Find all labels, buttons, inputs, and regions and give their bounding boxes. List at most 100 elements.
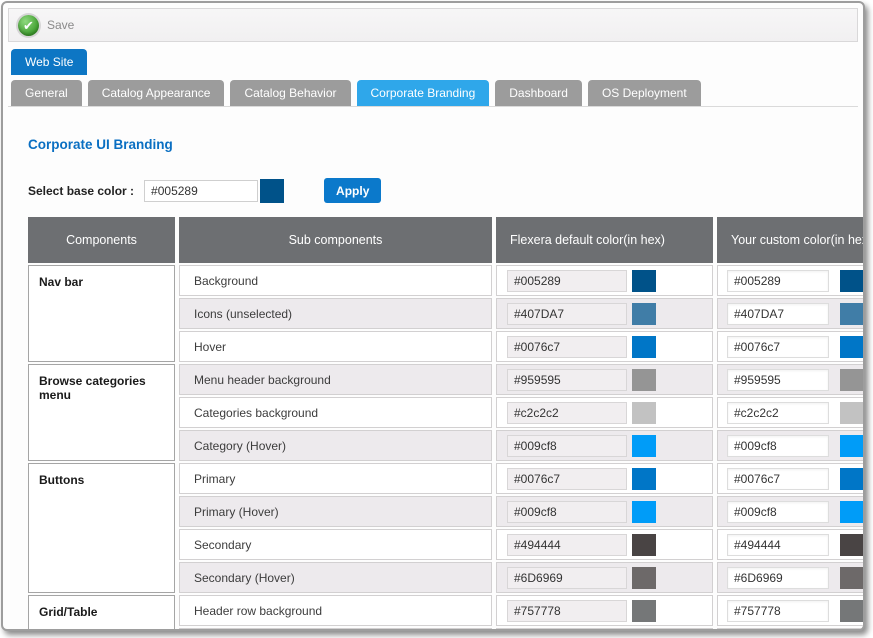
- sub-component-cell: Row (banded) background: [179, 628, 492, 631]
- tab-catalog-appearance[interactable]: Catalog Appearance: [88, 80, 225, 106]
- custom-color-cell: [717, 628, 865, 631]
- default-hex-input[interactable]: [507, 600, 627, 622]
- default-color-swatch: [632, 402, 656, 424]
- component-cell: Nav bar: [28, 265, 175, 362]
- default-color-cell: [496, 364, 713, 395]
- sub-component-cell: Categories background: [179, 397, 492, 428]
- default-color-swatch: [632, 336, 656, 358]
- default-hex-input[interactable]: [507, 468, 627, 490]
- default-color-cell: [496, 628, 713, 631]
- default-color-cell: [496, 265, 713, 296]
- column-header: Your custom color(in hex): [717, 217, 865, 263]
- custom-color-swatch: [840, 567, 864, 589]
- base-color-row: Select base color : Apply: [28, 178, 858, 203]
- save-label: Save: [47, 18, 74, 32]
- custom-color-swatch: [840, 501, 864, 523]
- corporate-branding-panel: Corporate UI Branding Select base color …: [8, 137, 858, 631]
- default-color-cell: [496, 595, 713, 626]
- custom-color-swatch: [840, 600, 864, 622]
- custom-color-cell: [717, 364, 865, 395]
- sub-component-cell: Hover: [179, 331, 492, 362]
- sub-component-cell: Icons (unselected): [179, 298, 492, 329]
- custom-hex-input[interactable]: [727, 435, 829, 457]
- default-hex-input[interactable]: [507, 435, 627, 457]
- sub-component-cell: Primary (Hover): [179, 496, 492, 527]
- default-hex-input[interactable]: [507, 567, 627, 589]
- default-color-cell: [496, 430, 713, 461]
- base-color-label: Select base color :: [28, 184, 134, 198]
- tab-web-site[interactable]: Web Site: [11, 49, 87, 75]
- default-color-swatch: [632, 567, 656, 589]
- custom-color-swatch: [840, 369, 864, 391]
- settings-window: ✔ Save Web Site General Catalog Appearan…: [1, 1, 865, 631]
- custom-color-swatch: [840, 402, 864, 424]
- tab-dashboard[interactable]: Dashboard: [495, 80, 582, 106]
- sub-component-cell: Secondary (Hover): [179, 562, 492, 593]
- sub-component-cell: Secondary: [179, 529, 492, 560]
- custom-color-cell: [717, 331, 865, 362]
- column-header: Flexera default color(in hex): [496, 217, 713, 263]
- custom-color-cell: [717, 496, 865, 527]
- default-color-swatch: [632, 369, 656, 391]
- custom-hex-input[interactable]: [727, 369, 829, 391]
- default-hex-input[interactable]: [507, 270, 627, 292]
- default-color-swatch: [632, 534, 656, 556]
- default-color-cell: [496, 529, 713, 560]
- sub-component-cell: Category (Hover): [179, 430, 492, 461]
- save-check-icon: ✔: [18, 15, 39, 36]
- custom-hex-input[interactable]: [727, 336, 829, 358]
- custom-hex-input[interactable]: [727, 468, 829, 490]
- component-cell: Browse categories menu: [28, 364, 175, 461]
- custom-color-cell: [717, 430, 865, 461]
- default-hex-input[interactable]: [507, 303, 627, 325]
- custom-hex-input[interactable]: [727, 303, 829, 325]
- custom-color-cell: [717, 595, 865, 626]
- custom-color-cell: [717, 562, 865, 593]
- default-color-cell: [496, 331, 713, 362]
- default-color-swatch: [632, 270, 656, 292]
- default-color-cell: [496, 397, 713, 428]
- custom-color-swatch: [840, 303, 864, 325]
- save-button[interactable]: ✔ Save: [18, 15, 74, 36]
- custom-hex-input[interactable]: [727, 402, 829, 424]
- default-color-swatch: [632, 303, 656, 325]
- custom-color-cell: [717, 265, 865, 296]
- custom-color-swatch: [840, 270, 864, 292]
- default-color-swatch: [632, 468, 656, 490]
- default-color-swatch: [632, 435, 656, 457]
- custom-hex-input[interactable]: [727, 501, 829, 523]
- sub-component-cell: Primary: [179, 463, 492, 494]
- column-header: Sub components: [179, 217, 492, 263]
- tab-catalog-behavior[interactable]: Catalog Behavior: [230, 80, 350, 106]
- tab-corporate-branding[interactable]: Corporate Branding: [357, 80, 490, 106]
- base-color-swatch: [260, 179, 284, 203]
- base-color-input[interactable]: [144, 180, 258, 202]
- apply-button[interactable]: Apply: [324, 178, 381, 203]
- toolbar: ✔ Save: [8, 8, 858, 42]
- custom-color-cell: [717, 529, 865, 560]
- settings-tab-strip: General Catalog Appearance Catalog Behav…: [8, 80, 858, 107]
- custom-hex-input[interactable]: [727, 600, 829, 622]
- default-hex-input[interactable]: [507, 534, 627, 556]
- column-header: Components: [28, 217, 175, 263]
- custom-color-swatch: [840, 468, 864, 490]
- component-cell: Buttons: [28, 463, 175, 593]
- component-cell: Grid/Table: [28, 595, 175, 631]
- custom-color-cell: [717, 298, 865, 329]
- custom-color-cell: [717, 463, 865, 494]
- default-hex-input[interactable]: [507, 336, 627, 358]
- custom-hex-input[interactable]: [727, 567, 829, 589]
- default-color-cell: [496, 463, 713, 494]
- tab-os-deployment[interactable]: OS Deployment: [588, 80, 701, 106]
- custom-hex-input[interactable]: [727, 270, 829, 292]
- primary-tab-strip: Web Site: [8, 49, 858, 75]
- default-color-swatch: [632, 501, 656, 523]
- custom-hex-input[interactable]: [727, 534, 829, 556]
- default-hex-input[interactable]: [507, 402, 627, 424]
- default-color-cell: [496, 562, 713, 593]
- default-hex-input[interactable]: [507, 369, 627, 391]
- default-hex-input[interactable]: [507, 501, 627, 523]
- tab-general[interactable]: General: [11, 80, 82, 106]
- default-color-swatch: [632, 600, 656, 622]
- custom-color-swatch: [840, 534, 864, 556]
